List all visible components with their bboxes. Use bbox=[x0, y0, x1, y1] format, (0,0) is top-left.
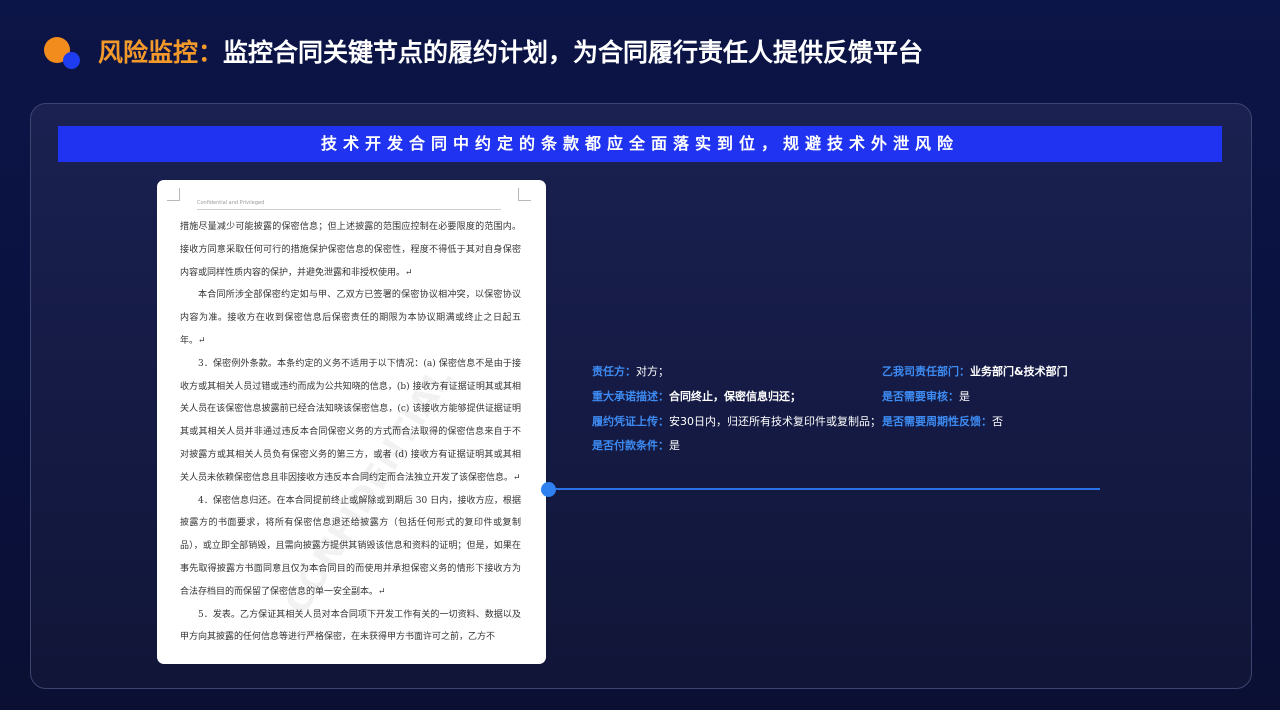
info-value: 安30日内，归还所有技术复印件或复制品； bbox=[669, 415, 881, 428]
info-upload: 履约凭证上传：安30日内，归还所有技术复印件或复制品； bbox=[592, 414, 881, 430]
info-label: 是否付款条件： bbox=[592, 439, 669, 452]
document-paragraph: 措施尽量减少可能披露的保密信息；但上述披露的范围应控制在必要限度的范围内。接收方… bbox=[180, 222, 521, 278]
info-payment: 是否付款条件：是 bbox=[592, 438, 680, 454]
document-paragraph: 4．保密信息归还。在本合同提前终止或解除或到期后 30 日内，接收方应，根据披露… bbox=[180, 495, 521, 597]
page-title-text: 监控合同关键节点的履约计划，为合同履行责任人提供反馈平台 bbox=[223, 38, 924, 67]
document-divider bbox=[197, 209, 501, 210]
info-periodic-feedback: 是否需要周期性反馈：否 bbox=[882, 414, 1003, 430]
logo-blue-circle bbox=[63, 52, 80, 69]
timeline-node-icon bbox=[541, 482, 556, 497]
info-responsible-party: 责任方：对方； bbox=[592, 364, 669, 380]
info-label: 重大承诺描述： bbox=[592, 390, 669, 403]
page-title: 风险监控：监控合同关键节点的履约计划，为合同履行责任人提供反馈平台 bbox=[98, 33, 923, 73]
info-label: 乙我司责任部门： bbox=[882, 365, 970, 378]
info-value: 否 bbox=[992, 415, 1003, 428]
banner: 技术开发合同中约定的条款都应全面落实到位，规避技术外泄风险 bbox=[58, 126, 1222, 162]
info-department: 乙我司责任部门：业务部门&技术部门 bbox=[882, 364, 1068, 380]
document-body: 措施尽量减少可能披露的保密信息；但上述披露的范围应控制在必要限度的范围内。接收方… bbox=[180, 216, 521, 649]
info-review: 是否需要审核：是 bbox=[882, 389, 970, 405]
info-value: 对方； bbox=[636, 365, 669, 378]
timeline-line bbox=[549, 488, 1100, 490]
document-header-label: Confidential and Privileged bbox=[197, 200, 265, 206]
info-value: 是 bbox=[669, 439, 680, 452]
info-label: 履约凭证上传： bbox=[592, 415, 669, 428]
logo-icon bbox=[44, 37, 84, 71]
document-paragraph: 3．保密例外条款。本条约定的义务不适用于以下情况：(a) 保密信息不是由于接收方… bbox=[180, 358, 521, 483]
page-title-highlight: 风险监控： bbox=[98, 38, 224, 67]
document-paragraph: 本合同所涉全部保密约定如与甲、乙双方已签署的保密协议相冲突，以保密协议内容为准。… bbox=[180, 290, 521, 346]
contract-document: Confidential and Privileged CONFIDENTIAL… bbox=[157, 180, 546, 664]
info-commitment: 重大承诺描述：合同终止，保密信息归还； bbox=[592, 389, 801, 405]
info-label: 责任方： bbox=[592, 365, 636, 378]
document-paragraph: 5．发表。乙方保证其相关人员对本合同项下开发工作有关的一切资料、数据以及甲方向其… bbox=[180, 609, 521, 643]
crop-mark-icon bbox=[167, 188, 180, 201]
info-label: 是否需要审核： bbox=[882, 390, 959, 403]
info-value: 是 bbox=[959, 390, 970, 403]
info-label: 是否需要周期性反馈： bbox=[882, 415, 992, 428]
info-value: 业务部门&技术部门 bbox=[970, 365, 1068, 378]
info-value: 合同终止，保密信息归还； bbox=[669, 390, 801, 403]
crop-mark-icon bbox=[518, 188, 531, 201]
